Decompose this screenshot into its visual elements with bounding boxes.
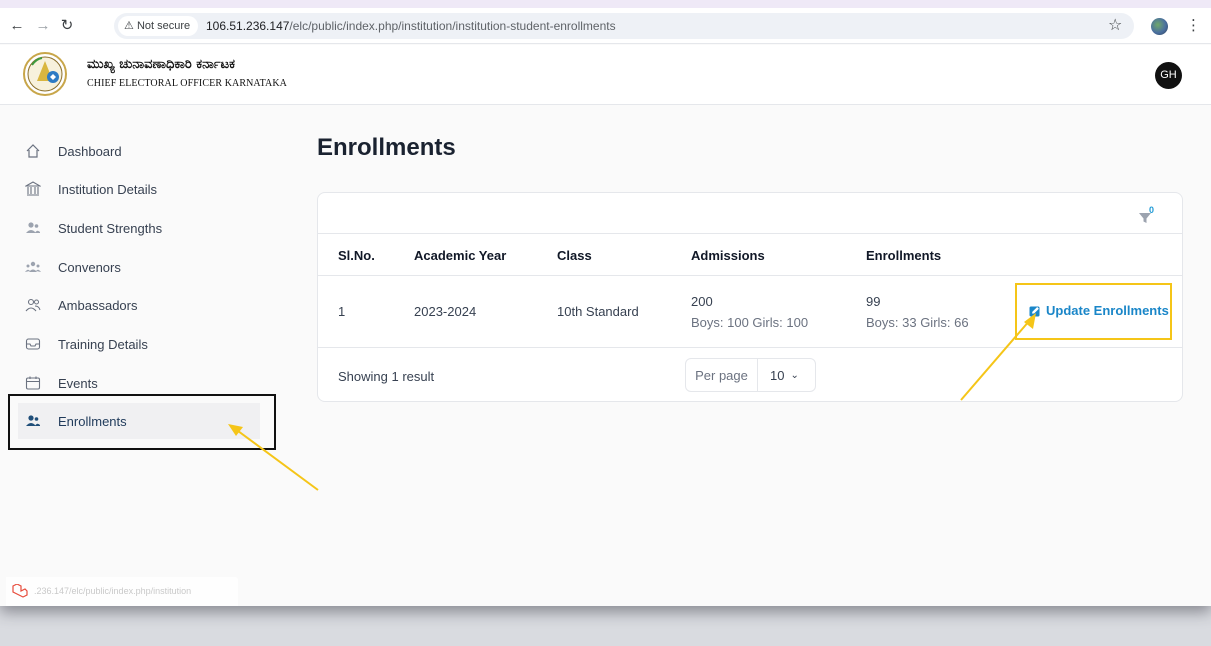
- cell-admissions-detail: Boys: 100 Girls: 100: [691, 315, 809, 330]
- cell-admissions-total: 200: [691, 294, 713, 309]
- address-bar[interactable]: ⚠ Not secure 106.51.236.147/elc/public/i…: [114, 13, 1134, 39]
- browser-window: ← → ↻ ⚠ Not secure 106.51.236.147/elc/pu…: [0, 0, 1211, 606]
- cell-enrollments-detail: Boys: 33 Girls: 66: [866, 315, 969, 330]
- sidebar-item-events[interactable]: Events: [18, 365, 260, 401]
- app-header: ಮುಖ್ಯ ಚುನಾವಣಾಧಿಕಾರಿ ಕರ್ನಾಟಕ CHIEF ELECTO…: [0, 45, 1211, 105]
- sidebar-item-student-strengths[interactable]: Student Strengths: [18, 210, 260, 246]
- users-icon: [25, 220, 41, 236]
- forward-icon[interactable]: →: [34, 17, 52, 35]
- chevron-down-icon: ⌄: [790, 369, 799, 381]
- cell-sl-no: 1: [338, 304, 346, 319]
- col-header-academic-year: Academic Year: [414, 248, 507, 263]
- table-header: Sl.No. Academic Year Class Admissions En…: [318, 233, 1182, 276]
- sidebar-item-convenors[interactable]: Convenors: [18, 249, 260, 285]
- filter-count-badge: 0: [1148, 205, 1154, 215]
- table-footer: Showing 1 result Per page 10 ⌄: [318, 348, 1182, 402]
- update-enrollments-button[interactable]: Update Enrollments: [1029, 303, 1169, 318]
- back-icon[interactable]: ←: [8, 17, 26, 35]
- enrollments-card: 0 Sl.No. Academic Year Class Admissions …: [317, 192, 1183, 402]
- sidebar-item-ambassadors[interactable]: Ambassadors: [18, 287, 260, 323]
- sidebar-item-enrollments[interactable]: Enrollments: [18, 403, 260, 439]
- bookmark-star-icon[interactable]: ☆: [1108, 16, 1122, 36]
- sidebar-item-dashboard[interactable]: Dashboard: [18, 133, 260, 169]
- col-header-class: Class: [557, 248, 592, 263]
- per-page-select[interactable]: Per page 10 ⌄: [685, 358, 816, 392]
- table-row: 1 2023-2024 10th Standard 200 Boys: 100 …: [318, 276, 1182, 348]
- col-header-enrollments: Enrollments: [866, 248, 942, 263]
- status-url: .236.147/elc/public/index.php/institutio…: [34, 586, 192, 596]
- sidebar: Dashboard Institution Details Student St…: [0, 106, 290, 606]
- home-icon: [25, 143, 41, 159]
- filter-button[interactable]: 0: [1138, 203, 1160, 227]
- user-group-icon: [25, 259, 41, 275]
- cell-academic-year: 2023-2024: [414, 304, 477, 319]
- annotation-box-update: Update Enrollments: [1015, 283, 1172, 340]
- brand-name-english: CHIEF ELECTORAL OFFICER KARNATAKA: [87, 78, 288, 89]
- col-header-sl-no: Sl.No.: [338, 248, 375, 263]
- calendar-icon: [25, 375, 41, 391]
- sidebar-item-institution-details[interactable]: Institution Details: [18, 171, 260, 207]
- tray-icon: [25, 336, 41, 352]
- sidebar-item-training-details[interactable]: Training Details: [18, 326, 260, 362]
- brand-name-kannada: ಮುಖ್ಯ ಚುನಾವಣಾಧಿಕಾರಿ ಕರ್ನಾಟಕ: [87, 57, 235, 72]
- security-indicator[interactable]: ⚠ Not secure: [118, 16, 199, 36]
- cell-class: 10th Standard: [557, 304, 639, 319]
- edit-icon: [1029, 306, 1040, 316]
- ceo-karnataka-logo: [23, 52, 67, 96]
- kebab-menu-icon[interactable]: ⋮: [1186, 17, 1201, 35]
- per-page-value: 10: [770, 367, 785, 383]
- institution-icon: [25, 181, 41, 197]
- user-avatar[interactable]: GH: [1155, 62, 1182, 89]
- result-count: Showing 1 result: [338, 369, 435, 384]
- people-icon: [25, 297, 41, 313]
- page-title: Enrollments: [317, 134, 456, 161]
- url-text: 106.51.236.147/elc/public/index.php/inst…: [206, 19, 616, 33]
- reload-icon[interactable]: ↻: [58, 17, 76, 35]
- laravel-icon: [12, 584, 28, 598]
- users-icon: [25, 413, 41, 429]
- col-header-admissions: Admissions: [691, 248, 765, 263]
- tab-strip: [0, 0, 1211, 8]
- status-bar: .236.147/elc/public/index.php/institutio…: [6, 577, 238, 606]
- profile-icon[interactable]: [1151, 18, 1168, 35]
- cell-enrollments-total: 99: [866, 294, 881, 309]
- per-page-label: Per page: [686, 359, 758, 391]
- browser-toolbar: ← → ↻ ⚠ Not secure 106.51.236.147/elc/pu…: [0, 8, 1211, 44]
- warning-icon: ⚠: [124, 20, 134, 32]
